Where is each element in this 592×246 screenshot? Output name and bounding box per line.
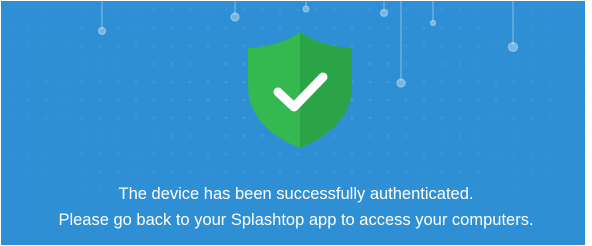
auth-success-panel — [1, 1, 585, 245]
auth-success-window: The device has been successfully authent… — [0, 0, 592, 246]
instruction-message: Please go back to your Splashtop app to … — [58, 211, 534, 229]
shield-check-icon — [248, 32, 352, 148]
success-message: The device has been successfully authent… — [118, 185, 474, 203]
